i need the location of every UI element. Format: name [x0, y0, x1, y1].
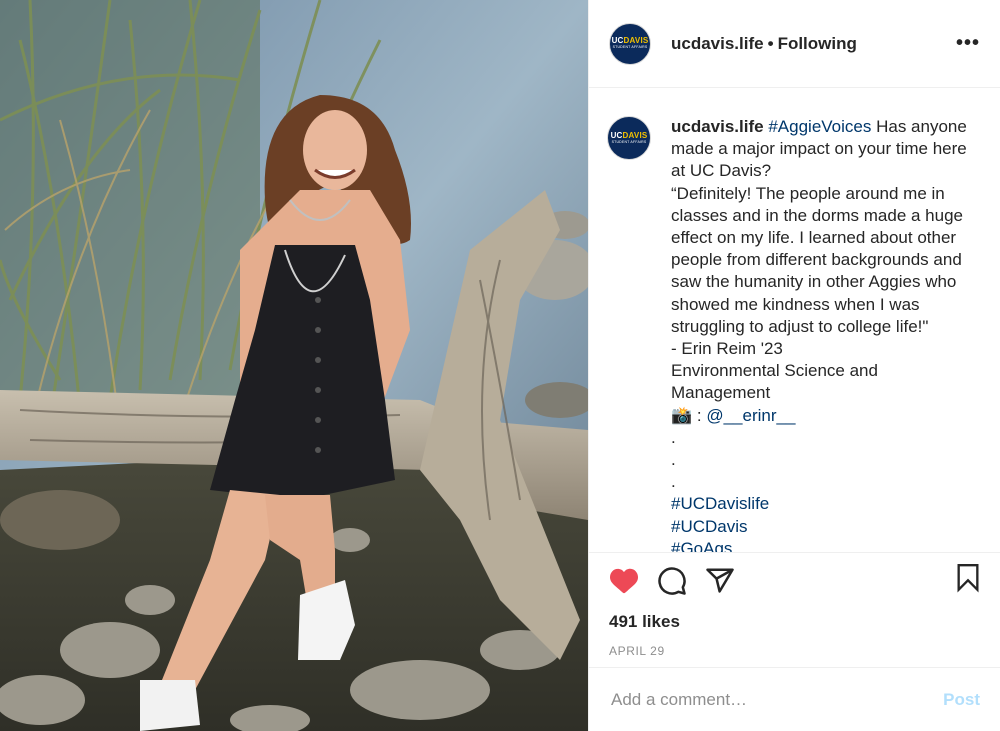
avatar-subtitle: STUDENT AFFAIRS: [612, 45, 648, 49]
caption-line: .: [671, 450, 676, 470]
instagram-post: UCDAVIS STUDENT AFFAIRS ucdavis.life • F…: [0, 0, 1000, 731]
comment-button[interactable]: [657, 566, 687, 596]
caption-line: classes and in the dorms made a huge: [671, 205, 964, 225]
action-bar: [589, 552, 1000, 608]
caption-avatar-davis: DAVIS: [622, 130, 648, 140]
caption-line: Management: [671, 383, 771, 403]
caption-line: 📸 : @__erinr__: [671, 405, 980, 427]
caption-line: “Definitely! The people around me in: [671, 183, 945, 203]
share-button[interactable]: [705, 566, 735, 596]
comment-icon: [658, 566, 686, 595]
follow-status-button[interactable]: Following: [778, 34, 857, 54]
credit-prefix: :: [692, 405, 707, 425]
caption-text: ucdavis.life #AggieVoices Has anyone mad…: [671, 116, 980, 552]
save-button[interactable]: [954, 562, 982, 599]
hashtag-link[interactable]: #UCDavis: [671, 516, 980, 538]
more-options-icon[interactable]: •••: [956, 32, 980, 55]
likes-count[interactable]: 491 likes: [589, 608, 1000, 636]
caption-line: - Erin Reim '23: [671, 339, 783, 359]
post-header: UCDAVIS STUDENT AFFAIRS ucdavis.life • F…: [589, 0, 1000, 88]
paper-plane-icon: [706, 568, 734, 593]
avatar-davis: DAVIS: [623, 36, 649, 45]
hashtag-link[interactable]: #UCDavislife: [671, 493, 980, 515]
caption-username[interactable]: ucdavis.life: [671, 117, 764, 136]
caption-avatar[interactable]: UCDAVIS STUDENT AFFAIRS: [607, 116, 651, 160]
bookmark-icon: [957, 564, 979, 593]
photo-credit-mention[interactable]: @__erinr__: [706, 406, 795, 425]
photo-illustration: [0, 0, 588, 731]
caption-line: effect on my life. I learned about other: [671, 228, 957, 248]
caption-line: struggling to adjust to college life!": [671, 316, 929, 336]
post-date[interactable]: APRIL 29: [589, 636, 1000, 660]
caption-line: saw the humanity in other Aggies who: [671, 272, 957, 292]
avatar-logo-text: UCDAVIS: [612, 37, 649, 45]
caption-line: ucdavis.life #AggieVoices Has anyone: [671, 116, 980, 138]
header-username[interactable]: ucdavis.life: [671, 34, 764, 54]
caption-line: made a major impact on your time here: [671, 139, 967, 159]
caption-avatar-uc: UC: [610, 130, 623, 140]
caption-text-fragment: Has anyone: [871, 117, 967, 136]
like-button[interactable]: [609, 567, 639, 595]
heart-filled-icon: [610, 568, 638, 593]
hashtag-link[interactable]: #GoAgs: [671, 538, 980, 552]
hashtag-link[interactable]: #AggieVoices: [768, 117, 871, 136]
caption-line: people from different backgrounds and: [671, 250, 962, 270]
caption-avatar-subtitle: STUDENT AFFAIRS: [611, 139, 647, 144]
post-comment-button[interactable]: Post: [943, 690, 980, 710]
profile-avatar[interactable]: UCDAVIS STUDENT AFFAIRS: [609, 22, 651, 65]
caption-line: Environmental Science and: [671, 361, 878, 381]
avatar-uc: UC: [611, 36, 624, 45]
camera-emoji-icon: 📸: [671, 405, 693, 425]
post-side-panel: UCDAVIS STUDENT AFFAIRS ucdavis.life • F…: [588, 0, 1000, 731]
comment-input[interactable]: [609, 688, 944, 711]
caption-avatar-logo: UCDAVIS: [610, 130, 648, 140]
caption-line: .: [671, 427, 676, 447]
caption-area[interactable]: UCDAVIS STUDENT AFFAIRS ucdavis.life #Ag…: [589, 88, 1000, 552]
caption-line: at UC Davis?: [671, 161, 772, 181]
header-separator: •: [767, 33, 774, 53]
add-comment-bar: Post: [589, 667, 1000, 731]
post-photo[interactable]: [0, 0, 588, 731]
caption-line: .: [671, 472, 676, 492]
caption-line: showed me kindness when I was: [671, 294, 920, 314]
